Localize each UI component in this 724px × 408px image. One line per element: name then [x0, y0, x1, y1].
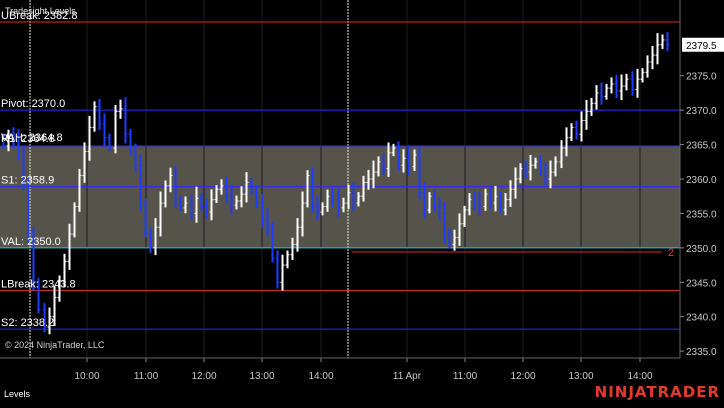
x-axis-tick-label: 11:00 [453, 371, 478, 382]
x-axis-tick-label: 11:00 [134, 371, 159, 382]
copyright-notice: © 2024 NinjaTrader, LLC [5, 340, 105, 350]
indicator-title: Tradesight Levels [5, 6, 76, 16]
x-axis-tick-label: 14:00 [308, 371, 333, 382]
y-axis-tick-label: 2365.0 [686, 141, 717, 152]
y-axis-tick-label: 2355.0 [686, 209, 717, 220]
level-label: VAL: 2350.0 [1, 236, 61, 248]
x-axis-tick-label: 14:00 [627, 371, 652, 382]
x-axis-tick-label: 11 Apr [393, 371, 422, 382]
y-axis-tick-label: 2340.0 [686, 313, 717, 324]
x-axis-tick-label: 12:00 [510, 371, 535, 382]
level-label: S2: 2338.2 [1, 317, 54, 329]
panel-tab-label[interactable]: Levels [4, 389, 30, 399]
y-axis-tick-label: 2345.0 [686, 278, 717, 289]
y-axis-tick-label: 2335.0 [686, 347, 717, 358]
value-area-band [0, 145, 680, 248]
gap-marker-label: 2 [668, 247, 674, 259]
x-axis-tick-label: 10:00 [74, 371, 99, 382]
x-axis-tick-label: 12:00 [191, 371, 216, 382]
ninjatrader-logo: NINJATRADER [594, 383, 720, 401]
y-axis-tick-label: 2360.0 [686, 175, 717, 186]
level-label: S1: 2358.9 [1, 175, 54, 187]
price-chart[interactable]: 10:00 11:00 12:00 13:00 14:00 11 Apr 11:00 12:0… [0, 0, 724, 403]
last-price-label: 2379.5 [686, 41, 717, 52]
y-axis-tick-label: 2370.0 [686, 106, 717, 117]
y-axis-tick-label: 2350.0 [686, 244, 717, 255]
level-label: Pivot: 2370.0 [1, 98, 65, 110]
x-axis-tick-label: 13:00 [568, 371, 593, 382]
x-axis-tick-label: 13:00 [249, 371, 274, 382]
y-axis-tick-label: 2375.0 [686, 72, 717, 83]
level-label: LBreak: 2343.8 [1, 279, 76, 291]
level-label: R1: 2364.8 [1, 133, 55, 145]
chart-panel[interactable]: 10:00 11:00 12:00 13:00 14:00 11 Apr 11:00 12:0… [0, 0, 724, 403]
